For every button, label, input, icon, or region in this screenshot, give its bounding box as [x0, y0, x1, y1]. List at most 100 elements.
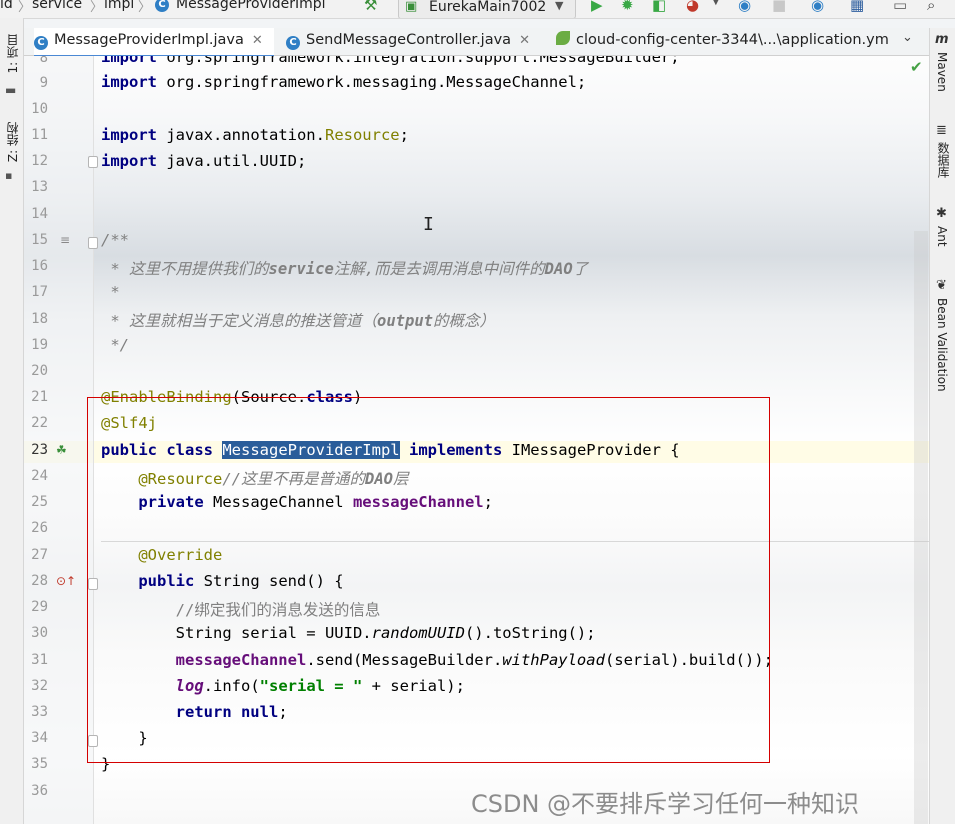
breadcrumb-impl[interactable]: impl [104, 0, 134, 12]
bean-validation-tool-window-button[interactable]: Bean Validation [935, 298, 949, 392]
database-tool-window-button[interactable]: 数据库 [935, 142, 952, 178]
fold-marker-icon[interactable] [88, 735, 98, 747]
update-icon[interactable]: ◉ [738, 0, 751, 14]
line-number: 33 [31, 704, 48, 720]
code-token: @Resource [101, 470, 223, 488]
code-token: import [101, 56, 157, 66]
tab-messageproviderimpl[interactable]: C MessageProviderImpl.java ✕ [34, 28, 274, 58]
ant-tool-window-button[interactable]: Ant [935, 226, 949, 247]
inspection-ok-icon[interactable]: ✔ [910, 58, 923, 76]
code-token: public class [101, 441, 213, 459]
code-token: * 这里不用提供我们的 [101, 260, 269, 278]
line-number: 28 [31, 573, 48, 589]
breadcrumb-separator: 〉 [18, 0, 32, 15]
line-number: 11 [31, 127, 48, 143]
fold-marker-icon[interactable] [88, 237, 98, 249]
code-token: MessageChannel [203, 493, 353, 511]
line-number: 34 [31, 730, 48, 746]
code-token: String serial = UUID. [101, 624, 372, 642]
code-token: service [268, 260, 334, 278]
spring-bean-icon[interactable]: ☘ [56, 443, 67, 457]
coverage-icon[interactable]: ◧ [652, 0, 666, 14]
vertical-scrollbar[interactable] [914, 231, 928, 824]
stop-icon[interactable]: ■ [772, 0, 786, 14]
code-line: public class MessageProviderImpl impleme… [101, 441, 680, 459]
code-line: return null; [101, 703, 288, 721]
structure-tool-window-button[interactable]: Z: 结构 [4, 122, 21, 162]
code-line: import javax.annotation.Resource; [101, 126, 409, 144]
fold-marker-icon[interactable] [88, 156, 98, 168]
fold-marker-icon[interactable] [88, 578, 98, 590]
line-number: 18 [31, 311, 48, 327]
chevron-down-icon[interactable]: ⌄ [902, 30, 913, 45]
chevron-down-icon[interactable]: ▼ [712, 0, 720, 7]
code-token: ; [399, 126, 409, 144]
close-icon[interactable]: ✕ [252, 33, 263, 48]
code-token: 了 [572, 260, 589, 278]
project-tool-window-button[interactable]: 1: 项目 [4, 34, 21, 74]
watermark: CSDN @不要排斥学习任何一种知识 [471, 790, 860, 818]
code-editor[interactable]: 8 9 10 11 12 13 14 15 16 17 18 19 20 21 … [24, 56, 929, 824]
code-line: */ [101, 336, 129, 354]
run-configuration-label: EurekaMain7002 [429, 0, 547, 15]
maven-tool-window-button[interactable]: Maven [935, 52, 949, 92]
code-line: //绑定我们的消息发送的信息 [101, 601, 381, 619]
code-line: } [101, 755, 111, 773]
line-number: 12 [31, 153, 48, 169]
code-token: public [101, 572, 195, 590]
line-number: 21 [31, 389, 48, 405]
line-number: 31 [31, 652, 48, 668]
debug-icon[interactable]: ✹ [621, 0, 634, 14]
line-number-gutter: 8 9 10 11 12 13 14 15 16 17 18 19 20 21 … [24, 56, 94, 824]
code-line: * 这里就相当于定义消息的推送管道（output的概念） [101, 309, 495, 331]
line-number: 30 [31, 625, 48, 641]
line-number: 36 [31, 783, 48, 799]
code-line: public String send() { [101, 572, 344, 590]
breadcrumb-class[interactable]: MessageProviderImpl [176, 0, 326, 12]
code-token: ; [483, 493, 493, 511]
breadcrumb-id[interactable]: id [0, 0, 13, 12]
code-line: @EnableBinding(Source.class) [101, 388, 362, 406]
code-token: 层 [393, 470, 409, 488]
override-method-icon[interactable]: ⊙↑ [56, 574, 76, 588]
run-config-icon: ▣ [405, 0, 418, 14]
spring-leaf-icon [556, 31, 570, 45]
tab-sendmessagecontroller[interactable]: C SendMessageController.java ✕ [286, 28, 536, 55]
tab-application-yml[interactable]: cloud-config-center-3344\...\application… [556, 28, 902, 55]
code-token: //这里不再是普通的 [222, 470, 365, 488]
code-token: 注解,而是去调用消息中间件的 [333, 260, 545, 278]
line-number: 9 [39, 75, 48, 91]
code-token: java.util.UUID; [157, 152, 307, 170]
code-token: "serial = " [259, 677, 363, 695]
method-separator [101, 541, 929, 542]
code-token: * 这里就相当于定义消息的推送管道（ [101, 312, 377, 330]
project-structure-icon[interactable]: ▦ [850, 0, 864, 14]
search-icon[interactable]: ⌕ [927, 0, 935, 14]
run-icon[interactable]: ▶ [591, 0, 603, 14]
doc-comment-icon[interactable]: ≡ [60, 233, 70, 247]
tab-label: SendMessageController.java [306, 32, 512, 48]
run-configuration-select[interactable]: ▣ EurekaMain7002 ▼ [398, 0, 576, 18]
code-token: String send() { [194, 572, 344, 590]
breadcrumb-service[interactable]: service [32, 0, 82, 12]
maven-icon: m [935, 32, 949, 47]
search-everywhere-icon[interactable]: ◉ [811, 0, 824, 14]
profile-icon[interactable]: ◕ [686, 0, 699, 14]
code-token: ; [278, 703, 288, 721]
terminal-icon[interactable]: ▭ [893, 0, 907, 14]
class-icon: C [34, 36, 48, 50]
line-number: 25 [31, 494, 48, 510]
code-token: .info( [203, 677, 260, 695]
build-hammer-icon[interactable]: ⚒ [364, 0, 377, 14]
selected-class-name[interactable]: MessageProviderImpl [222, 441, 400, 459]
close-icon[interactable]: ✕ [519, 33, 530, 48]
code-token: @EnableBinding [101, 388, 232, 406]
right-tool-strip: m Maven ≣ 数据库 ✱ Ant ❦ Bean Validation [929, 28, 955, 824]
code-token: import [101, 152, 157, 170]
code-token: ) [352, 388, 363, 406]
code-token: log [101, 677, 204, 695]
structure-icon: ▪ [5, 169, 13, 182]
line-number: 23 [31, 442, 48, 458]
